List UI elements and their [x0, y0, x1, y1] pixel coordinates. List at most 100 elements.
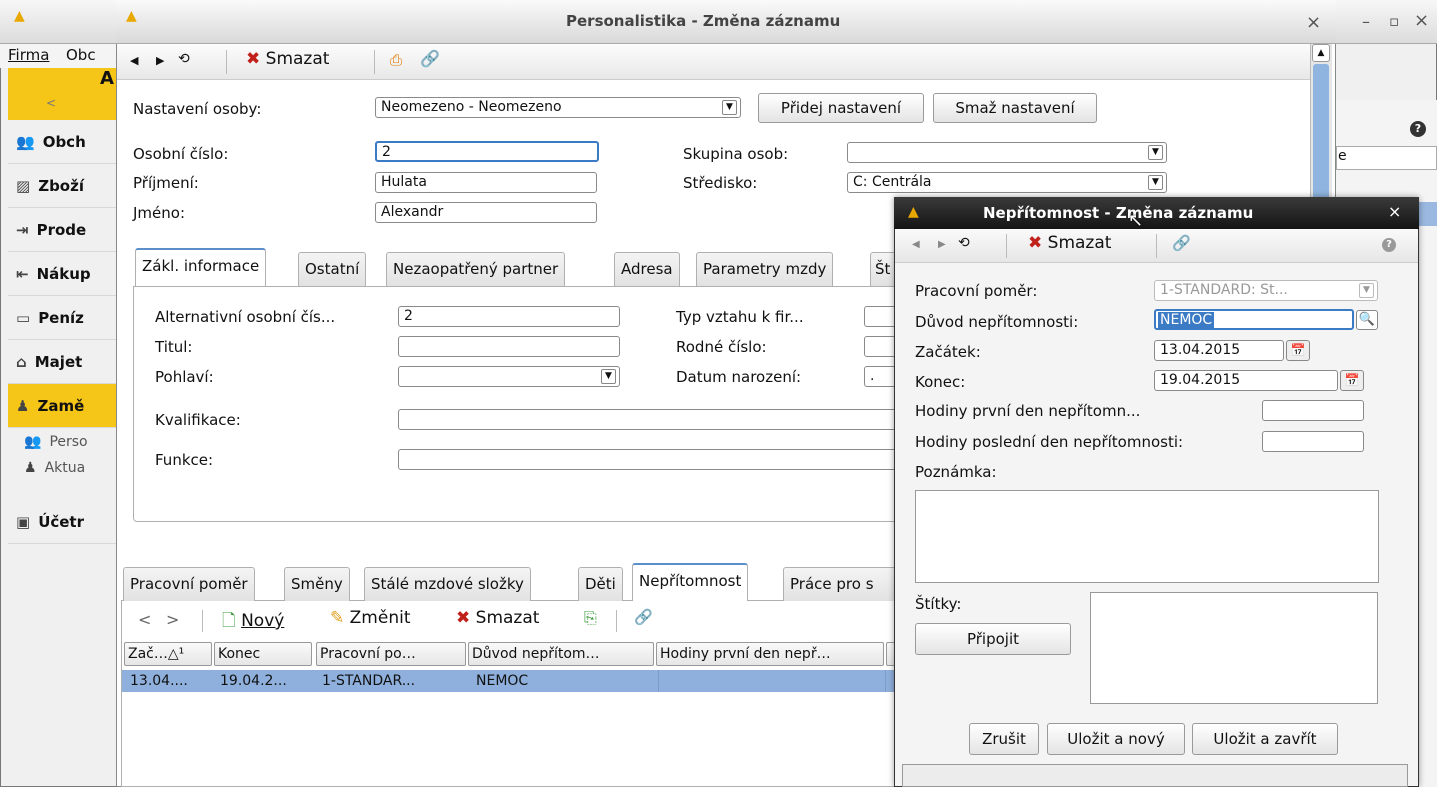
- sidebar-item-nakup[interactable]: ⇤ Nákup: [8, 252, 116, 296]
- sidebar-item-zbozi[interactable]: ▨ Zboží: [8, 164, 116, 208]
- scroll-up-button[interactable]: ▲: [1312, 44, 1330, 62]
- attach-button[interactable]: Připojit: [915, 623, 1071, 655]
- employment-value: 1-STANDARD: St...: [1160, 282, 1288, 298]
- lower-back-icon[interactable]: <: [138, 610, 151, 629]
- column-header-employment[interactable]: Pracovní po…: [316, 642, 466, 666]
- tab-wage-components[interactable]: Stálé mzdové složky: [364, 567, 531, 601]
- sidebar-subitem-personalistika[interactable]: 👥 Perso: [8, 430, 116, 454]
- hours-last-field[interactable]: [1262, 431, 1364, 452]
- column-header-label: Konec: [218, 646, 261, 662]
- column-header-end[interactable]: Konec: [214, 642, 312, 666]
- tags-list[interactable]: [1090, 592, 1378, 704]
- dialog-link-icon[interactable]: 🔗: [1172, 234, 1191, 252]
- alt-number-label: Alternativní osobní čís...: [155, 308, 336, 326]
- qualification-field[interactable]: [398, 409, 898, 430]
- column-header-hours-first[interactable]: Hodiny první den nepř…: [656, 642, 884, 666]
- personal-number-field[interactable]: 2: [375, 141, 599, 162]
- back-icon[interactable]: ◀: [130, 54, 138, 67]
- dialog-close-button[interactable]: ×: [1388, 202, 1401, 221]
- delete-button[interactable]: ✖ Smazat: [246, 49, 329, 69]
- sidebar-item-ucetnictvi[interactable]: ▣ Účetr: [8, 500, 116, 544]
- title-field[interactable]: [398, 336, 620, 357]
- remove-setting-button[interactable]: Smaž nastavení: [933, 93, 1097, 123]
- save-close-button[interactable]: Uložit a zavřít: [1192, 723, 1338, 755]
- calendar-icon[interactable]: 📅: [1286, 340, 1310, 361]
- tab-address[interactable]: Adresa: [614, 252, 680, 286]
- person-settings-select[interactable]: Neomezeno - Neomezeno ▼: [375, 97, 741, 118]
- tab-absence[interactable]: Nepřítomnost: [632, 563, 749, 601]
- tab-partner[interactable]: Nezaopatřený partner: [386, 252, 566, 286]
- cell-reason: NEMOC: [476, 673, 529, 689]
- tab-children[interactable]: Děti: [578, 567, 623, 601]
- person-icon: ♟: [16, 397, 30, 415]
- tab-other[interactable]: Ostatní: [298, 252, 367, 286]
- tab-wage-params[interactable]: Parametry mzdy: [696, 252, 834, 286]
- first-name-field[interactable]: Alexandr: [375, 202, 597, 223]
- tab-work-for[interactable]: Práce pro s: [783, 567, 901, 601]
- lower-delete-button[interactable]: ✖ Smazat: [456, 608, 539, 628]
- tab-basic-info[interactable]: Zákl. informace: [135, 248, 267, 286]
- forward-icon[interactable]: ▶: [156, 54, 164, 67]
- add-setting-button[interactable]: Přidej nastavení: [758, 93, 924, 123]
- collapse-arrow-icon[interactable]: <: [46, 96, 56, 110]
- hours-first-field[interactable]: [1262, 400, 1364, 421]
- dialog-forward-icon[interactable]: ▶: [938, 239, 946, 250]
- sex-select[interactable]: ▼: [398, 366, 620, 387]
- sidebar-item-label: Zamě: [37, 397, 85, 415]
- person-card-icon: ♟: [24, 460, 37, 476]
- end-label: Konec:: [915, 373, 966, 391]
- bg-maximize-button[interactable]: ▫: [1389, 12, 1399, 30]
- cancel-button[interactable]: Zrušit: [969, 723, 1039, 755]
- surname-field[interactable]: Hulata: [375, 172, 597, 193]
- alt-number-field[interactable]: 2: [398, 306, 620, 327]
- function-field[interactable]: [398, 449, 898, 470]
- refresh-icon[interactable]: ⟲: [178, 51, 190, 67]
- column-header-start[interactable]: Zač…△¹: [124, 642, 212, 666]
- link-icon[interactable]: 🔗: [420, 49, 440, 68]
- sidebar-item-prodej[interactable]: ⇥ Prode: [8, 208, 116, 252]
- edit-button[interactable]: ✎ Změnit: [330, 608, 410, 628]
- toolbar-separator: [374, 50, 375, 74]
- dialog-delete-button[interactable]: ✖ Smazat: [1028, 233, 1111, 253]
- toolbar-separator: [226, 50, 227, 74]
- relation-label: Typ vztahu k fir...: [676, 308, 804, 326]
- tab-employment[interactable]: Pracovní poměr: [123, 567, 255, 601]
- new-button[interactable]: 🗋 Nový: [222, 608, 284, 637]
- copy-icon[interactable]: ⎘: [584, 608, 597, 628]
- start-date-field[interactable]: 13.04.2015: [1154, 340, 1284, 361]
- tab-shifts[interactable]: Směny: [284, 567, 350, 601]
- print-icon[interactable]: ⎙: [390, 51, 402, 69]
- sidebar-item-label: Peníz: [38, 309, 84, 327]
- dialog-refresh-icon[interactable]: ⟲: [958, 235, 970, 251]
- lower-forward-icon[interactable]: >: [166, 610, 179, 629]
- menu-firma[interactable]: Firma: [8, 46, 49, 64]
- main-close-button[interactable]: ×: [1306, 12, 1321, 33]
- column-header-reason[interactable]: Důvod nepřítom…: [468, 642, 654, 666]
- menu-obc[interactable]: Obc: [66, 46, 96, 64]
- sidebar-item-majetek[interactable]: ⌂ Majet: [8, 340, 116, 384]
- bg-minimize-button[interactable]: –: [1362, 12, 1370, 31]
- calendar-icon[interactable]: 📅: [1340, 370, 1364, 391]
- sidebar-item-obchod[interactable]: 👥 Obch: [8, 120, 116, 164]
- cancel-label: Zrušit: [982, 730, 1026, 748]
- dialog-back-icon[interactable]: ◀: [912, 239, 920, 250]
- sidebar-subitem-aktualni[interactable]: ♟ Aktua: [8, 456, 116, 480]
- help-icon[interactable]: ?: [1410, 121, 1426, 137]
- reason-field[interactable]: NEMOC: [1154, 309, 1354, 330]
- lower-delete-label: Smazat: [475, 608, 540, 628]
- sidebar-item-penize[interactable]: ▭ Peníz: [8, 296, 116, 340]
- search-icon[interactable]: 🔍: [1356, 310, 1378, 330]
- dialog-help-icon[interactable]: ?: [1382, 238, 1396, 252]
- reason-label: Důvod nepřítomnosti:: [915, 313, 1079, 331]
- sidebar-item-zamestnanci[interactable]: ♟ Zamě: [8, 384, 116, 428]
- lower-link-icon[interactable]: 🔗: [634, 608, 653, 626]
- save-new-button[interactable]: Uložit a nový: [1047, 723, 1185, 755]
- chevron-down-icon: ▼: [1148, 145, 1163, 160]
- center-select[interactable]: C: Centrála ▼: [847, 172, 1167, 193]
- start-label: Začátek:: [915, 343, 981, 361]
- note-textarea[interactable]: [915, 490, 1379, 583]
- end-date-field[interactable]: 19.04.2015: [1154, 370, 1338, 391]
- group-select[interactable]: ▼: [847, 142, 1167, 163]
- bg-close-button[interactable]: ×: [1414, 10, 1429, 31]
- column-header-label: Zač…△¹: [128, 646, 185, 662]
